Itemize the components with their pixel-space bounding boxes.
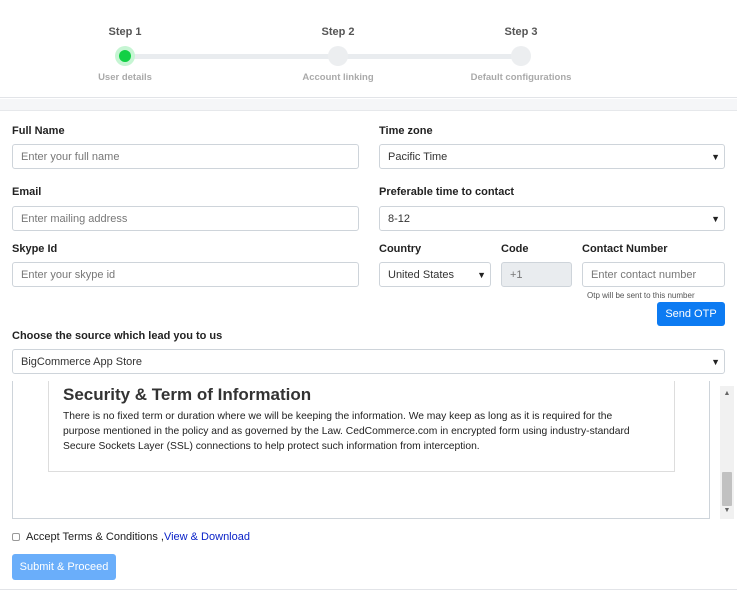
terms-scrollbar[interactable]: ▲ ▼ xyxy=(720,386,734,519)
country-select[interactable]: United States ▼ xyxy=(379,262,491,287)
terms-line: There is no fixed term or duration where… xyxy=(63,411,613,422)
source-label: Choose the source which lead you to us xyxy=(12,330,223,342)
send-otp-button[interactable]: Send OTP xyxy=(657,302,725,326)
terms-scroll-box[interactable]: Security & Term of Information There is … xyxy=(12,381,710,519)
source-select[interactable]: BigCommerce App Store ▼ xyxy=(12,349,725,374)
chevron-down-icon: ▼ xyxy=(711,213,720,224)
time-zone-label: Time zone xyxy=(379,125,433,137)
section-divider xyxy=(0,99,737,111)
time-zone-value: Pacific Time xyxy=(388,150,448,163)
terms-card: Security & Term of Information There is … xyxy=(48,381,675,472)
email-input[interactable] xyxy=(12,206,359,231)
contact-time-value: 8-12 xyxy=(388,212,411,225)
source-value: BigCommerce App Store xyxy=(21,355,143,368)
progress-stepper: Step 1 User details Step 2 Account linki… xyxy=(0,0,737,98)
step-3-subtitle: Default configurations xyxy=(470,72,572,83)
otp-note: Otp will be sent to this number xyxy=(587,291,695,300)
terms-title: Security & Term of Information xyxy=(63,385,312,404)
terms-text: There is no fixed term or duration where… xyxy=(63,409,660,454)
submit-proceed-button[interactable]: Submit & Proceed xyxy=(12,554,116,580)
contact-time-select[interactable]: 8-12 ▼ xyxy=(379,206,725,231)
step-track xyxy=(126,54,521,59)
step-2-title: Step 2 xyxy=(321,26,355,38)
step-3-indicator xyxy=(511,46,531,66)
full-name-input[interactable] xyxy=(12,144,359,169)
step-1-title: Step 1 xyxy=(108,26,142,38)
full-name-label: Full Name xyxy=(12,125,65,137)
scroll-up-icon[interactable]: ▲ xyxy=(720,388,734,400)
code-field: +1 xyxy=(501,262,572,287)
country-label: Country xyxy=(379,243,422,255)
step-2-subtitle: Account linking xyxy=(302,72,374,83)
terms-line: Secure Sockets Layer (SSL) connections t… xyxy=(63,441,480,452)
contact-number-input[interactable] xyxy=(582,262,725,287)
step-1-subtitle: User details xyxy=(98,72,152,83)
chevron-down-icon: ▼ xyxy=(711,151,720,162)
scrollbar-thumb[interactable] xyxy=(722,472,732,506)
chevron-down-icon: ▼ xyxy=(477,269,486,280)
step-2-indicator xyxy=(328,46,348,66)
skype-label: Skype Id xyxy=(12,243,58,255)
contact-time-label: Preferable time to contact xyxy=(379,186,515,198)
accept-terms-label: Accept Terms & Conditions , xyxy=(26,531,164,543)
terms-line: purpose mentioned in the policy and as g… xyxy=(63,426,630,437)
country-value: United States xyxy=(388,268,455,281)
step-1-indicator xyxy=(115,46,135,66)
view-download-link[interactable]: View & Download xyxy=(164,531,250,543)
time-zone-select[interactable]: Pacific Time ▼ xyxy=(379,144,725,169)
accept-terms-checkbox[interactable] xyxy=(12,533,20,541)
accept-terms-row: Accept Terms & Conditions , View & Downl… xyxy=(12,531,250,543)
chevron-down-icon: ▼ xyxy=(711,356,720,367)
contact-number-label: Contact Number xyxy=(582,243,668,255)
code-label: Code xyxy=(501,243,529,255)
skype-input[interactable] xyxy=(12,262,359,287)
scroll-down-icon[interactable]: ▼ xyxy=(720,505,734,517)
bottom-divider xyxy=(0,589,737,590)
step-3-title: Step 3 xyxy=(504,26,538,38)
email-label: Email xyxy=(12,186,42,198)
